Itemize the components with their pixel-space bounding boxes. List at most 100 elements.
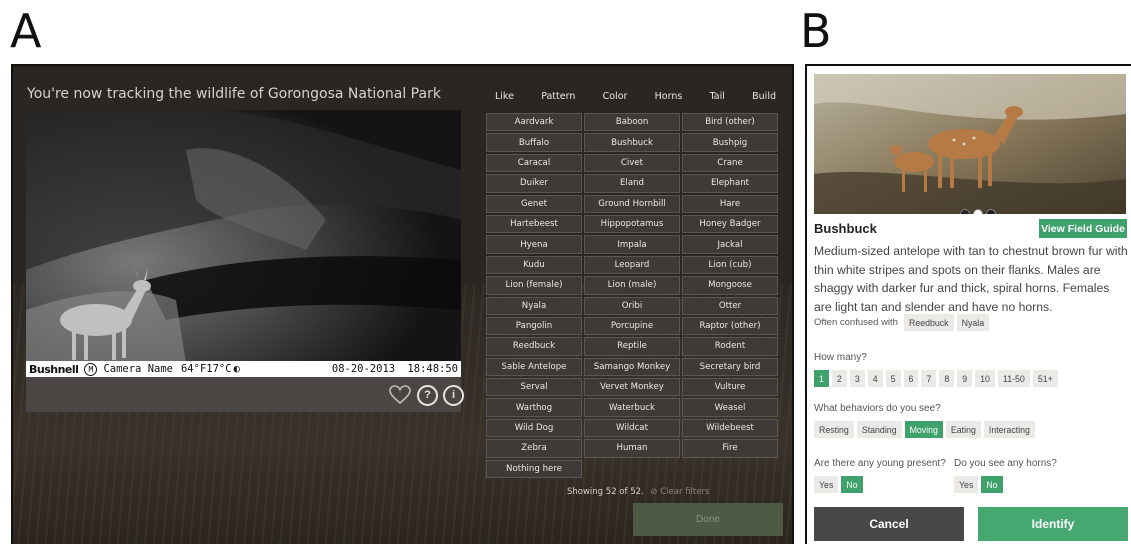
species-option[interactable]: Nyala	[486, 296, 582, 315]
species-option[interactable]: Hartebeest	[486, 214, 582, 234]
clear-filters-link[interactable]: ⊘ Clear filters	[650, 487, 709, 497]
filter-color[interactable]: Color	[603, 91, 628, 102]
species-option[interactable]: Weasel	[682, 398, 778, 417]
photo-carousel-dots	[960, 209, 996, 214]
done-button[interactable]: Done	[633, 503, 783, 536]
species-option[interactable]: Reptile	[584, 337, 680, 356]
species-option[interactable]: Hippopotamus	[584, 214, 680, 234]
species-option[interactable]: Lion (female)	[486, 276, 582, 295]
bushbuck-photo-image	[814, 74, 1126, 214]
species-option[interactable]: Genet	[486, 194, 582, 213]
species-option[interactable]: Crane	[682, 153, 778, 173]
camera-name: Camera Name	[103, 363, 173, 375]
heart-icon[interactable]	[389, 385, 411, 405]
species-option[interactable]: Human	[584, 439, 680, 458]
how-many-chip[interactable]: 8	[939, 370, 955, 387]
species-option[interactable]: Caracal	[486, 153, 582, 173]
behavior-chip[interactable]: Standing	[856, 421, 902, 438]
young-present-chip[interactable]: Yes	[814, 476, 839, 493]
species-option[interactable]: Elephant	[682, 174, 778, 193]
how-many-chip[interactable]: 10	[975, 370, 995, 387]
how-many-chip[interactable]: 3	[849, 370, 865, 387]
species-option[interactable]: Raptor (other)	[682, 316, 778, 336]
species-option[interactable]: Bird (other)	[682, 113, 778, 132]
species-option[interactable]: Fire	[682, 439, 778, 458]
species-option[interactable]: Vulture	[682, 378, 778, 397]
how-many-chip[interactable]: 6	[903, 370, 919, 387]
species-option[interactable]: Jackal	[682, 235, 778, 254]
how-many-chip[interactable]: 11-50	[997, 370, 1030, 387]
how-many-chip[interactable]: 51+	[1032, 370, 1058, 387]
how-many-chip[interactable]: 2	[831, 370, 847, 387]
filter-build[interactable]: Build	[752, 91, 776, 102]
species-option[interactable]: Duiker	[486, 174, 582, 193]
panel-label-a: A	[10, 4, 42, 58]
species-option[interactable]: Rodent	[682, 337, 778, 356]
species-option[interactable]: Leopard	[584, 255, 680, 275]
species-option[interactable]: Baboon	[584, 113, 680, 132]
carousel-dot[interactable]	[960, 209, 970, 214]
behavior-chip[interactable]: Eating	[945, 421, 981, 438]
species-option[interactable]: Zebra	[486, 439, 582, 458]
species-option[interactable]: Bushpig	[682, 133, 778, 152]
species-option[interactable]: Impala	[584, 235, 680, 254]
species-option[interactable]: Aardvark	[486, 113, 582, 132]
behavior-chip[interactable]: Interacting	[983, 421, 1035, 438]
species-option[interactable]: Hyena	[486, 235, 582, 254]
carousel-dot[interactable]	[986, 209, 996, 214]
species-option[interactable]: Samango Monkey	[584, 357, 680, 377]
cancel-button[interactable]: Cancel	[814, 507, 964, 541]
species-option[interactable]: Sable Antelope	[486, 357, 582, 377]
species-option[interactable]: Lion (cub)	[682, 255, 778, 275]
species-option[interactable]: Buffalo	[486, 133, 582, 152]
how-many-chip[interactable]: 7	[921, 370, 937, 387]
view-field-guide-button[interactable]: View Field Guide	[1039, 219, 1127, 238]
how-many-label: How many?	[814, 352, 867, 363]
how-many-chip[interactable]: 4	[867, 370, 883, 387]
species-option[interactable]: Ground Hornbill	[584, 194, 680, 213]
filter-pattern[interactable]: Pattern	[541, 91, 575, 102]
clear-filters-label[interactable]: Clear filters	[660, 487, 709, 497]
species-option[interactable]: Wildcat	[584, 418, 680, 438]
behavior-chip[interactable]: Resting	[814, 421, 854, 438]
species-option[interactable]: Secretary bird	[682, 357, 778, 377]
species-option[interactable]: Otter	[682, 296, 778, 315]
info-icon[interactable]: i	[443, 385, 464, 406]
species-option[interactable]: Bushbuck	[584, 133, 680, 152]
young-present-chip[interactable]: No	[841, 476, 863, 493]
species-option[interactable]: Wild Dog	[486, 418, 582, 438]
species-option[interactable]: Nothing here	[486, 459, 582, 479]
horns-label: Do you see any horns?	[954, 458, 1057, 469]
filter-horns[interactable]: Horns	[655, 91, 683, 102]
species-option[interactable]: Wildebeest	[682, 418, 778, 438]
species-option[interactable]: Porcupine	[584, 316, 680, 336]
species-option[interactable]: Honey Badger	[682, 214, 778, 234]
species-option[interactable]: Hare	[682, 194, 778, 213]
species-option[interactable]: Civet	[584, 153, 680, 173]
help-icon[interactable]: ?	[417, 385, 438, 406]
confused-chip-nyala[interactable]: Nyala	[956, 314, 990, 331]
horns-chip[interactable]: No	[981, 476, 1003, 493]
filter-like[interactable]: Like	[495, 91, 514, 102]
species-option[interactable]: Kudu	[486, 255, 582, 275]
identify-button[interactable]: Identify	[978, 507, 1128, 541]
confused-chip-reedbuck[interactable]: Reedbuck	[903, 314, 954, 331]
species-option[interactable]: Waterbuck	[584, 398, 680, 417]
how-many-chip[interactable]: 9	[957, 370, 973, 387]
how-many-chip[interactable]: 1	[814, 370, 829, 387]
species-option[interactable]: Vervet Monkey	[584, 378, 680, 397]
species-option[interactable]: Warthog	[486, 398, 582, 417]
species-option[interactable]: Serval	[486, 378, 582, 397]
carousel-dot-active[interactable]	[973, 209, 983, 214]
filter-tail[interactable]: Tail	[710, 91, 725, 102]
species-option[interactable]: Eland	[584, 174, 680, 193]
species-option[interactable]: Pangolin	[486, 316, 582, 336]
camera-trap-photo	[26, 110, 461, 363]
behavior-chip[interactable]: Moving	[904, 421, 943, 438]
horns-chip[interactable]: Yes	[954, 476, 979, 493]
species-option[interactable]: Lion (male)	[584, 276, 680, 295]
species-option[interactable]: Mongoose	[682, 276, 778, 295]
how-many-chip[interactable]: 5	[885, 370, 901, 387]
species-option[interactable]: Oribi	[584, 296, 680, 315]
species-option[interactable]: Reedbuck	[486, 337, 582, 356]
